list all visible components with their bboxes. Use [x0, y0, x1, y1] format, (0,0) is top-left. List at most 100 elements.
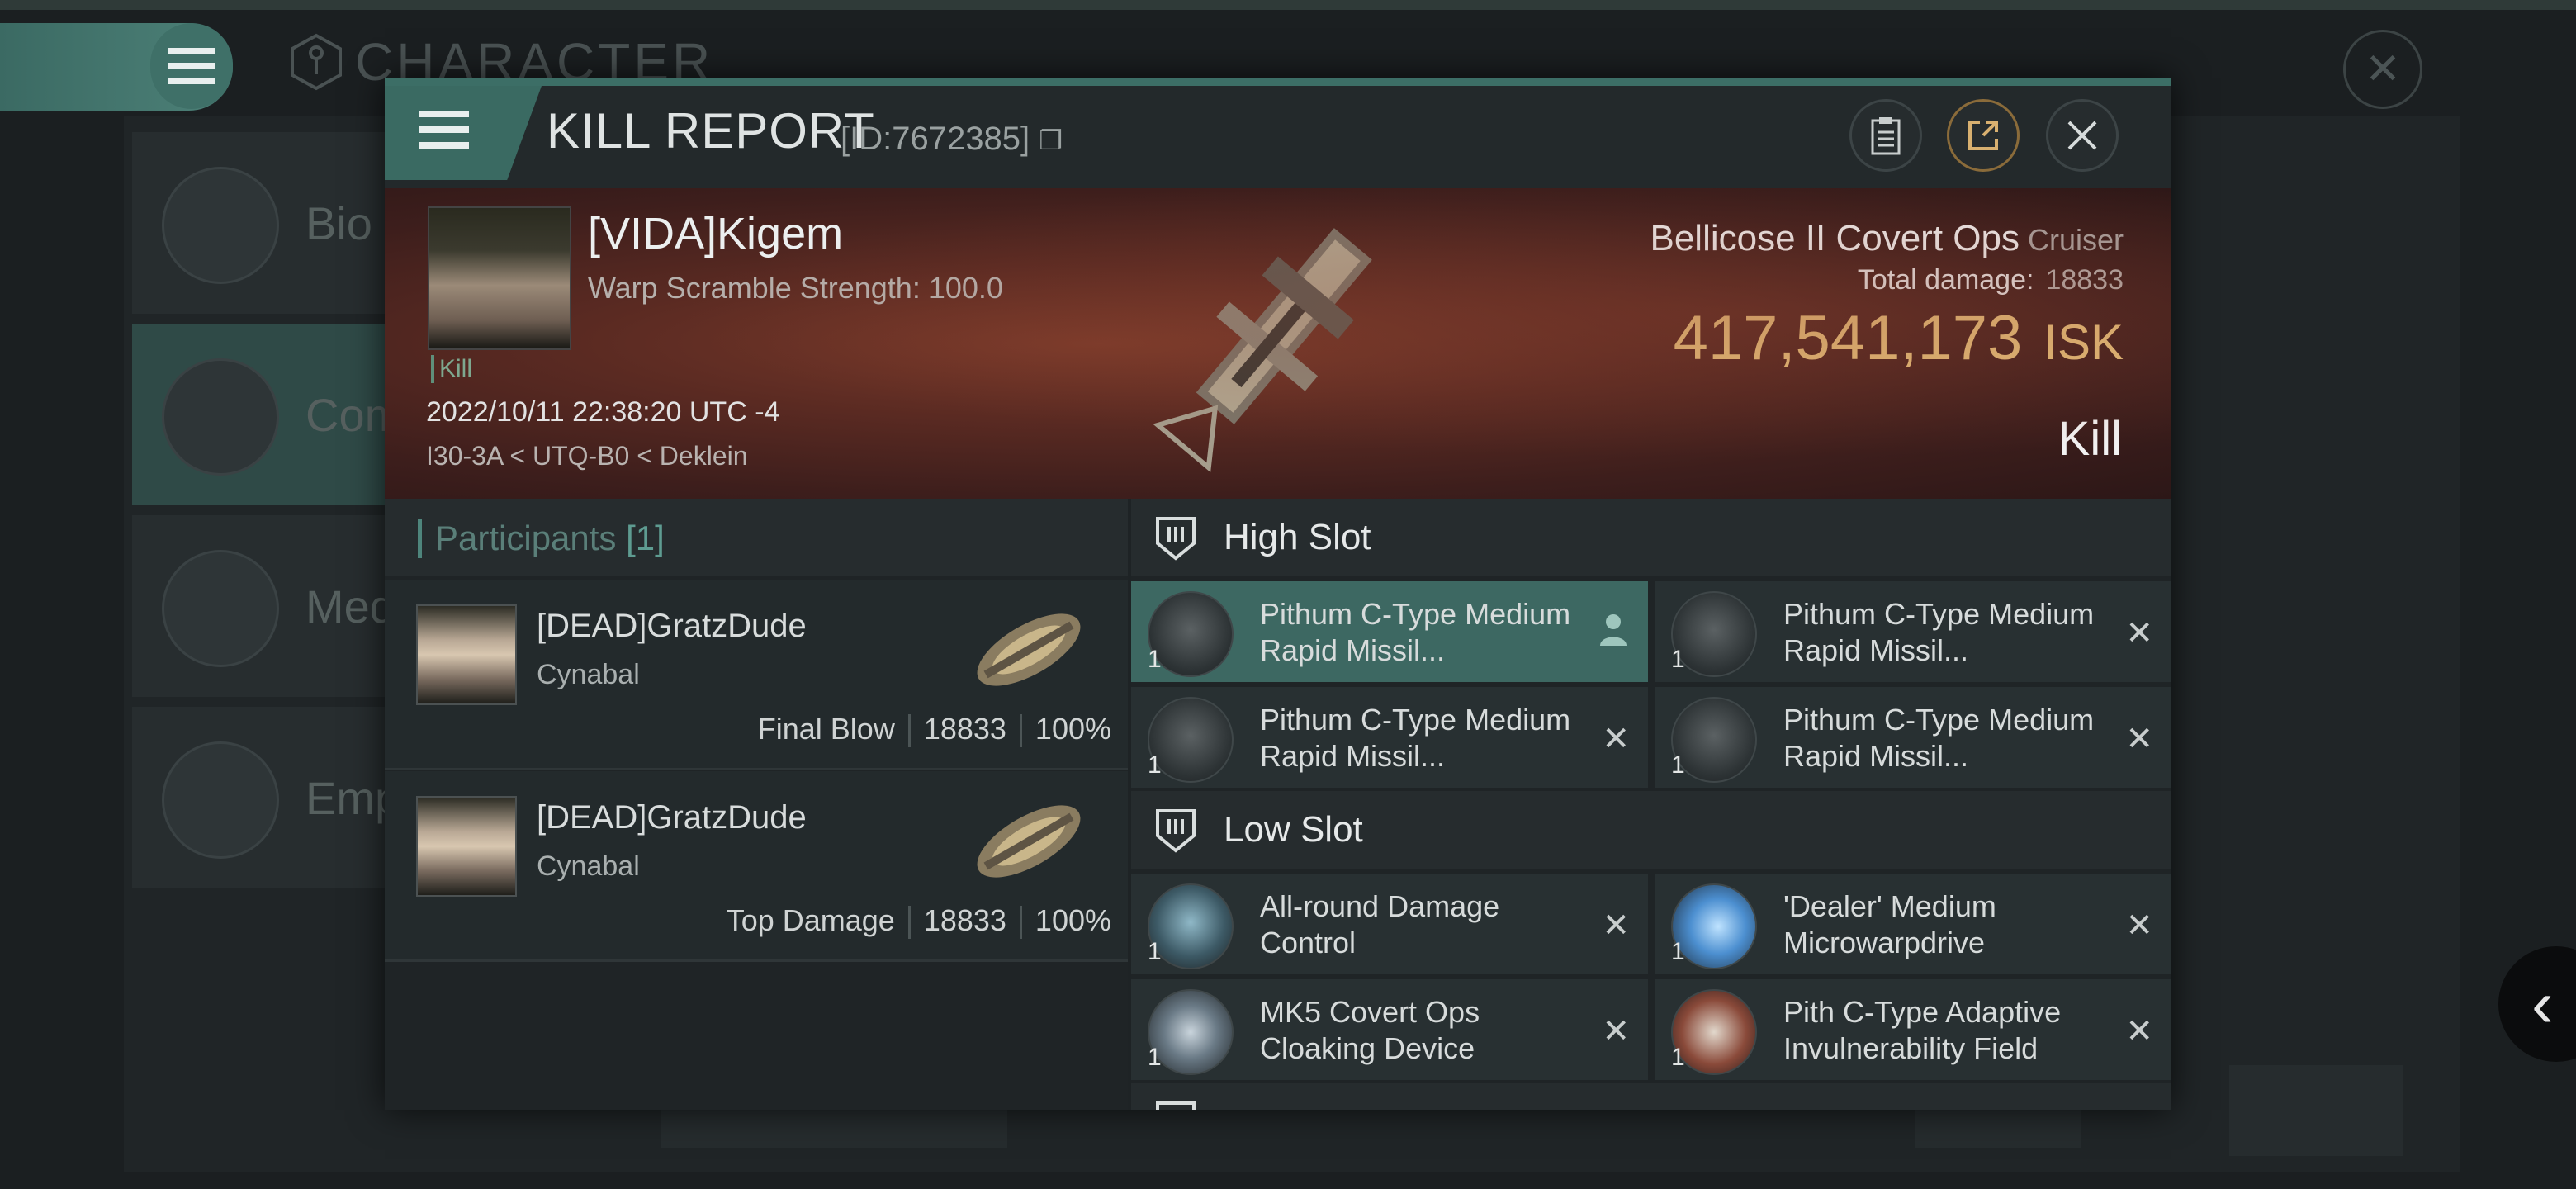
low-slot-module[interactable]: 1 'Dealer' Medium Microwarpdrive ✕: [1655, 874, 2171, 974]
participants-title: Participants [1]: [418, 519, 665, 558]
participant-ship-image: [977, 805, 1081, 878]
high-slot-module[interactable]: 1 Pithum C-Type Medium Rapid Missil...: [1131, 581, 1648, 682]
participant-stats: Top Damage 18833 100%: [726, 903, 1111, 940]
mid-slot-header: [1131, 1083, 2171, 1110]
destroyed-icon: ✕: [1602, 721, 1630, 757]
module-quantity: 1: [1671, 1044, 1685, 1071]
low-slot-module[interactable]: 1 MK5 Covert Ops Cloaking Device ✕: [1131, 979, 1648, 1080]
module-quantity: 1: [1671, 751, 1685, 779]
participant-ship: Cynabal: [537, 659, 640, 690]
destroyed-icon: ✕: [1602, 1013, 1630, 1049]
high-slot-label: High Slot: [1224, 517, 1371, 557]
share-button[interactable]: [1947, 99, 2020, 172]
victim-portrait[interactable]: [428, 206, 571, 350]
sidebar-item-label: Med: [305, 580, 395, 632]
low-slot-module[interactable]: 1 All-round Damage Control ✕: [1131, 874, 1648, 974]
chevron-left-icon: ‹: [2531, 967, 2554, 1040]
destroyed-icon: ✕: [1602, 907, 1630, 944]
total-damage: Total damage: 18833: [1858, 264, 2124, 296]
dialog-close-button[interactable]: [2046, 99, 2119, 172]
module-quantity: 1: [1671, 938, 1685, 965]
low-slot-label: Low Slot: [1224, 809, 1363, 850]
participant-ship: Cynabal: [537, 850, 640, 882]
participant-row[interactable]: [DEAD]GratzDude Cynabal Top Damage 18833 1…: [385, 771, 1128, 962]
kill-report-id-text: [ID:7672385]: [841, 121, 1030, 157]
low-slot-module[interactable]: 1 Pith C-Type Adaptive Invulnerability F…: [1655, 979, 2171, 1080]
victim-subtitle: Warp Scramble Strength: 100.0: [588, 271, 1003, 305]
person-icon: [1600, 614, 1627, 646]
filter-button[interactable]: [2229, 1065, 2403, 1156]
destroyed-icon: ✕: [2125, 1013, 2153, 1049]
fitting-panel: High Slot 1 Pithum C-Type Medium Rapid M…: [1131, 499, 2171, 1110]
low-slot-icon: [1156, 809, 1196, 853]
module-quantity: 1: [1148, 646, 1162, 673]
kill-report-dialog: KILL REPORT [ID:7672385] ❐ [VIDA]Kigem W…: [385, 78, 2171, 1110]
participant-stats: Final Blow 18833 100%: [757, 712, 1111, 748]
module-quantity: 1: [1148, 938, 1162, 965]
high-slot-module[interactable]: 1 Pithum C-Type Medium Rapid Missil... ✕: [1131, 687, 1648, 788]
stat-divider: [907, 714, 911, 748]
menu-icon: [419, 111, 469, 149]
high-slot-module[interactable]: 1 Pithum C-Type Medium Rapid Missil... ✕: [1655, 687, 2171, 788]
module-name: Pithum C-Type Medium Rapid Missil...: [1260, 597, 1571, 667]
kill-report-id[interactable]: [ID:7672385] ❐: [841, 121, 1063, 158]
side-collapse-button[interactable]: ‹: [2498, 946, 2576, 1062]
kill-banner: [VIDA]Kigem Warp Scramble Strength: 100.…: [385, 188, 2171, 499]
copy-icon[interactable]: ❐: [1039, 126, 1063, 155]
participant-row[interactable]: [DEAD]GratzDude Cynabal Final Blow 18833 1…: [385, 580, 1128, 770]
module-name: Pithum C-Type Medium Rapid Missil...: [1783, 597, 2095, 667]
victim-name[interactable]: [VIDA]Kigem: [588, 208, 843, 259]
module-name: MK5 Covert Ops Cloaking Device: [1260, 995, 1480, 1065]
isk-value: 417,541,173 ISK: [1674, 302, 2124, 374]
result-label: Kill: [2057, 412, 2122, 466]
participant-portrait[interactable]: [416, 796, 517, 897]
high-slot-icon: [1156, 517, 1196, 561]
character-icon: [291, 33, 342, 91]
participants-count: [1]: [626, 519, 665, 557]
module-name: Pith C-Type Adaptive Invulnerability Fie…: [1783, 995, 2062, 1065]
module-name: Pithum C-Type Medium Rapid Missil...: [1783, 703, 2095, 773]
victim-ship-image[interactable]: [1120, 197, 1417, 494]
stat-divider: [1019, 906, 1022, 940]
dialog-top-accent: [385, 78, 2171, 86]
destroyed-icon: ✕: [2125, 907, 2153, 944]
star-icon: [162, 550, 279, 667]
participant-portrait[interactable]: [416, 604, 517, 705]
dialog-title: KILL REPORT: [547, 103, 875, 159]
destroyed-icon: ✕: [2125, 615, 2153, 651]
module-name: 'Dealer' Medium Microwarpdrive: [1783, 889, 1996, 959]
low-slot-header: Low Slot: [1131, 791, 2171, 869]
participant-name: [DEAD]GratzDude: [537, 799, 807, 836]
kill-tag: Kill: [431, 355, 472, 383]
ship-class-text: Cruiser: [2027, 223, 2124, 257]
participants-panel: Participants [1] [DEAD]GratzDude Cynabal…: [385, 499, 1128, 1110]
character-close-button[interactable]: ✕: [2343, 30, 2422, 109]
victim-ship-name[interactable]: Bellicose II Covert Ops Cruiser: [1650, 218, 2124, 259]
module-quantity: 1: [1671, 646, 1685, 673]
participant-percent: 100%: [1035, 903, 1111, 937]
module-name: All-round Damage Control: [1260, 889, 1500, 959]
participants-label: Participants: [435, 519, 617, 557]
share-icon: [1968, 121, 1998, 150]
mid-slot-icon: [1156, 1101, 1196, 1110]
high-slot-module[interactable]: 1 Pithum C-Type Medium Rapid Missil... ✕: [1655, 581, 2171, 682]
participant-role: Top Damage: [726, 903, 895, 937]
clipboard-button[interactable]: [1849, 99, 1922, 172]
ship-name-text: Bellicose II Covert Ops: [1650, 218, 2020, 258]
isk-amount: 417,541,173: [1673, 303, 2023, 373]
participant-ship-image: [977, 613, 1081, 686]
total-damage-label: Total damage:: [1857, 264, 2034, 296]
clipboard-icon: [1871, 117, 1901, 155]
module-quantity: 1: [1148, 1044, 1162, 1071]
sidebar-item-label: Bio: [305, 197, 372, 249]
kill-location[interactable]: I30-3A < UTQ-B0 < Deklein: [426, 441, 748, 471]
participants-header: Participants [1]: [385, 499, 1128, 576]
participant-role: Final Blow: [757, 712, 895, 746]
swords-icon: [162, 358, 279, 476]
module-name: Pithum C-Type Medium Rapid Missil...: [1260, 703, 1571, 773]
participant-name: [DEAD]GratzDude: [537, 608, 807, 644]
destroyed-icon: ✕: [2125, 721, 2153, 757]
participant-damage: 18833: [923, 712, 1006, 746]
character-menu-button[interactable]: [150, 23, 233, 109]
participant-percent: 100%: [1035, 712, 1111, 746]
